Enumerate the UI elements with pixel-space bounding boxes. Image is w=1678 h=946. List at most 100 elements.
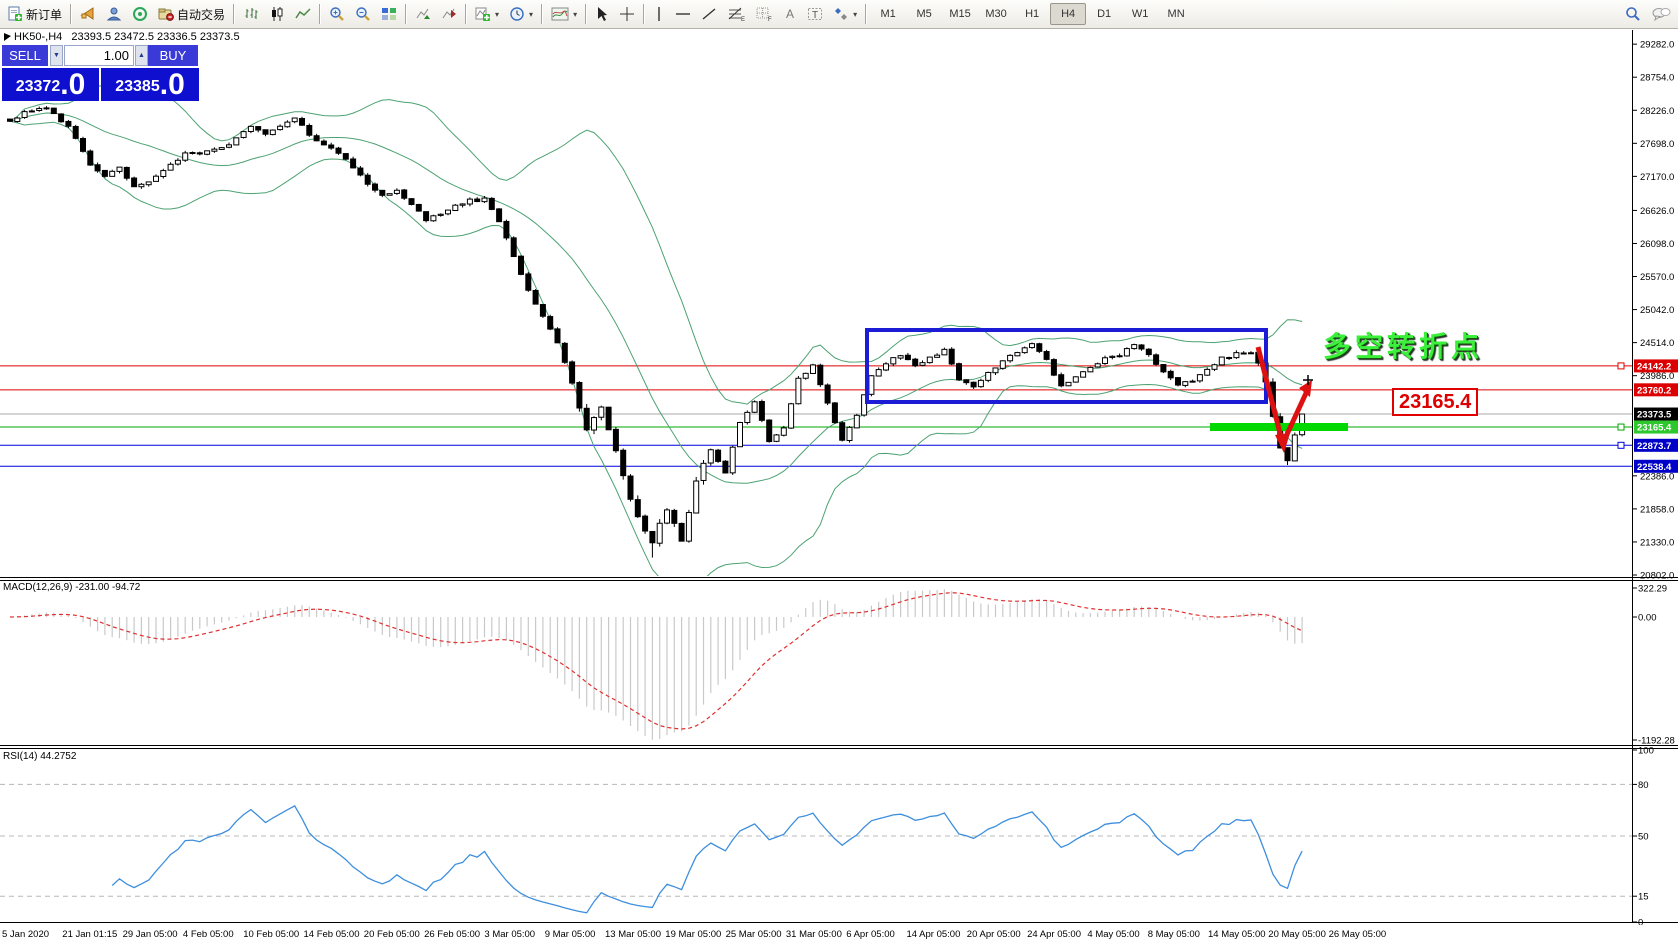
signals-button[interactable]: [127, 1, 153, 27]
time-axis-label: 20 Apr 05:00: [966, 929, 1021, 940]
time-axis-label: 26 May 05:00: [1328, 929, 1387, 940]
grid-tool-button[interactable]: F: [750, 1, 778, 27]
time-axis-label: 19 Mar 05:00: [665, 929, 722, 940]
accounts-button[interactable]: [101, 1, 127, 27]
auto-trading-button[interactable]: 自动交易: [153, 1, 230, 27]
line-chart-mode-button[interactable]: [290, 1, 316, 27]
crosshair-icon: [620, 7, 635, 21]
new-order-icon: [8, 6, 22, 21]
timeframe-button-M15[interactable]: M15: [942, 3, 978, 25]
svg-text:22538.4: 22538.4: [1637, 462, 1672, 473]
time-axis-label: 20 Feb 05:00: [363, 929, 420, 940]
fibonacci-tool-button[interactable]: E: [722, 1, 750, 27]
new-order-button[interactable]: 新订单: [2, 1, 67, 27]
time-axis-label: 25 Mar 05:00: [725, 929, 782, 940]
svg-text:26098.0: 26098.0: [1640, 239, 1674, 250]
volume-increase-button[interactable]: ▲: [135, 45, 148, 66]
symbol-period-label: HK50-,H4: [14, 31, 63, 43]
templates-button[interactable]: ▾: [546, 1, 582, 27]
timeframe-button-M1[interactable]: M1: [870, 3, 906, 25]
timeframe-button-H4[interactable]: H4: [1050, 3, 1087, 25]
time-axis-label: 14 May 05:00: [1208, 929, 1266, 940]
trendline-tool-button[interactable]: [696, 1, 722, 27]
zoom-out-button[interactable]: [350, 1, 376, 27]
svg-text:23986.0: 23986.0: [1640, 371, 1674, 382]
cursor-arrow-icon: [598, 7, 608, 21]
volume-input[interactable]: 1.00: [64, 45, 134, 66]
buy-price-panel[interactable]: 23385.0: [101, 68, 199, 101]
horizontal-line-tool-button[interactable]: [670, 1, 696, 27]
periods-button[interactable]: ▾: [504, 1, 538, 27]
svg-text:20802.0: 20802.0: [1640, 571, 1674, 582]
timeframe-button-M30[interactable]: M30: [978, 3, 1014, 25]
cursor-tool-button[interactable]: [590, 1, 614, 27]
chart-shift-button[interactable]: [436, 1, 462, 27]
svg-text:322.29: 322.29: [1638, 584, 1667, 595]
buy-price-int: 23385: [115, 78, 160, 95]
indicators-button[interactable]: ▾: [470, 1, 504, 27]
vertical-line-tool-button[interactable]: [648, 1, 670, 27]
zoom-in-button[interactable]: [324, 1, 350, 27]
chart-template-icon: [551, 7, 569, 21]
sell-price-panel[interactable]: 23372.0: [2, 68, 99, 101]
zoom-out-icon: [356, 7, 370, 21]
timeframe-button-D1[interactable]: D1: [1086, 3, 1122, 25]
text-label-tool-button[interactable]: T: [802, 1, 828, 27]
buy-button[interactable]: BUY: [148, 45, 198, 66]
alerts-button[interactable]: [75, 1, 101, 27]
svg-text:27170.0: 27170.0: [1640, 172, 1674, 183]
toolbar-separator: [319, 4, 322, 24]
chat-button[interactable]: [1646, 1, 1676, 27]
auto-scroll-button[interactable]: [410, 1, 436, 27]
time-axis-label: 31 Mar 05:00: [785, 929, 842, 940]
svg-text:100: 100: [1638, 746, 1654, 757]
timeframe-button-MN[interactable]: MN: [1158, 3, 1194, 25]
timeframe-button-H1[interactable]: H1: [1014, 3, 1050, 25]
auto-trading-icon: [158, 8, 174, 21]
timeframe-toolbar: M1 M5 M15 M30 H1 H4 D1 W1 MN: [870, 3, 1194, 25]
arrows-tool-button[interactable]: ▾: [828, 1, 862, 27]
horizontal-level-lines[interactable]: [0, 362, 1632, 467]
time-axis-label: 6 Apr 05:00: [846, 929, 895, 940]
price-level-annotation-box: 23165.4: [1392, 388, 1479, 416]
tile-windows-icon: [382, 8, 397, 20]
line-handle[interactable]: [1617, 362, 1625, 370]
vertical-line-icon: [658, 7, 660, 21]
toolbar-separator: [585, 4, 588, 24]
mt4-terminal-window: { "toolbar": { "new_order_label": "新订单",…: [0, 0, 1678, 946]
sell-button[interactable]: SELL: [2, 45, 48, 66]
chart-canvas: 29282.0 28754.0 28226.0 27698.0 27170.0 26626…: [0, 30, 1678, 929]
line-handle[interactable]: [1617, 441, 1625, 449]
crosshair-tool-button[interactable]: [614, 1, 640, 27]
bollinger-bands: [9, 83, 1303, 576]
search-button[interactable]: [1620, 1, 1646, 27]
time-axis[interactable]: 5 Jan 2020 21 Jan 01:15 29 Jan 05:00 4 Feb …: [0, 925, 1678, 946]
bar-chart-mode-button[interactable]: [238, 1, 264, 27]
time-axis-label: 26 Feb 05:00: [424, 929, 481, 940]
auto-trading-label: 自动交易: [177, 7, 226, 22]
chart-header-arrow-icon: [4, 33, 11, 41]
clock-icon: [510, 7, 524, 21]
svg-text:24142.2: 24142.2: [1637, 361, 1671, 372]
text-tool-button[interactable]: A: [778, 1, 802, 27]
svg-text:23165.4: 23165.4: [1637, 423, 1672, 434]
timeframe-button-M5[interactable]: M5: [906, 3, 942, 25]
tile-windows-button[interactable]: [376, 1, 402, 27]
time-axis-label: 4 Feb 05:00: [182, 929, 234, 940]
price-axis: 29282.0 28754.0 28226.0 27698.0 27170.0 26626…: [1632, 40, 1678, 929]
svg-text:T: T: [812, 10, 818, 21]
rsi-panel: [0, 783, 1632, 914]
line-handle[interactable]: [1617, 423, 1625, 431]
timeframe-button-W1[interactable]: W1: [1122, 3, 1158, 25]
line-chart-icon: [295, 8, 311, 19]
bar-chart-icon: [245, 8, 258, 19]
time-axis-label: 14 Feb 05:00: [303, 929, 360, 940]
volume-decrease-button[interactable]: ▼: [50, 45, 63, 66]
toolbar-separator: [233, 4, 236, 24]
buy-price-dec: .0: [159, 68, 185, 101]
svg-text:23373.5: 23373.5: [1637, 410, 1672, 421]
search-icon: [1626, 7, 1640, 21]
candlestick-mode-button[interactable]: [264, 1, 290, 27]
rsi-line: [111, 805, 1303, 914]
one-click-trading-widget: SELL ▼ 1.00 ▲ BUY 23372.0 23385.0: [2, 45, 201, 101]
